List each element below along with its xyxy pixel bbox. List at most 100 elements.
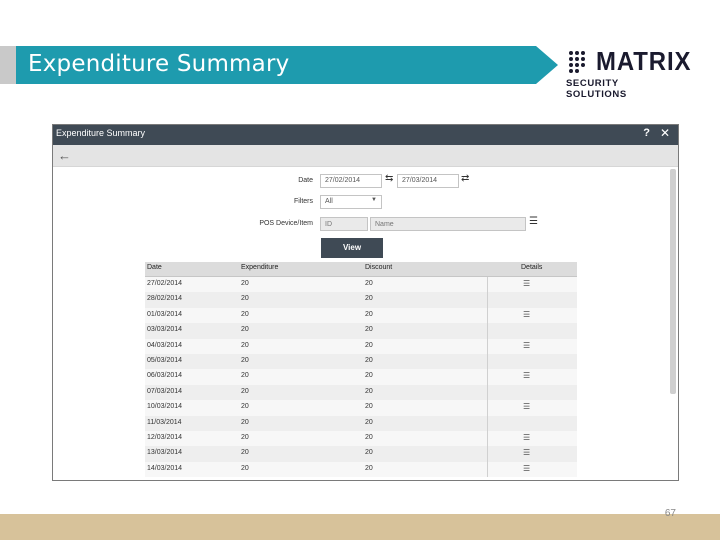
slide-title: Expenditure Summary	[28, 51, 290, 77]
matrix-logo: MATRIX SECURITY SOLUTIONS	[566, 46, 691, 100]
window-toolbar: ←	[53, 145, 678, 167]
table-header: Date Expenditure Discount Details	[145, 262, 577, 277]
cell-expenditure: 20	[241, 295, 249, 303]
date-from-field[interactable]: 27/02/2014	[320, 174, 382, 188]
details-icon[interactable]: ☰	[523, 371, 530, 380]
cell-discount: 20	[365, 310, 373, 318]
header-details: Details	[521, 264, 543, 271]
cell-expenditure: 20	[241, 356, 249, 364]
question-mark-icon[interactable]: ?	[643, 127, 650, 139]
cell-expenditure: 20	[241, 418, 249, 426]
window-titlebar: Expenditure Summary ? ✕	[53, 125, 678, 145]
cell-date: 04/03/2014	[147, 341, 183, 349]
table-row[interactable]: 13/03/2014 20 20 ☰	[145, 446, 577, 462]
chevron-down-icon: ▼	[371, 197, 377, 203]
column-divider	[487, 323, 488, 339]
cell-date: 10/03/2014	[147, 403, 183, 411]
date-to-field[interactable]: 27/03/2014	[397, 174, 459, 188]
column-divider	[487, 307, 488, 324]
details-icon[interactable]: ☰	[523, 402, 530, 411]
cell-discount: 20	[365, 433, 373, 441]
title-banner: Expenditure Summary	[16, 46, 558, 84]
cell-date: 05/03/2014	[147, 356, 183, 364]
page-number: 67	[664, 508, 676, 519]
pos-name-input[interactable]	[370, 217, 526, 231]
window-title: Expenditure Summary	[56, 128, 146, 138]
column-divider	[487, 461, 488, 478]
table-row[interactable]: 10/03/2014 20 20 ☰	[145, 400, 577, 416]
cell-expenditure: 20	[241, 280, 249, 287]
window-content: Date 27/02/2014 ⇆ 27/03/2014 ⇄ Filters A…	[53, 167, 678, 480]
table-row[interactable]: 01/03/2014 20 20 ☰	[145, 307, 577, 324]
column-divider	[487, 353, 488, 370]
cell-discount: 20	[365, 295, 373, 303]
header-discount[interactable]: Discount	[365, 264, 392, 271]
details-icon[interactable]: ☰	[523, 433, 530, 442]
logo-dots-icon	[569, 51, 585, 73]
table-row[interactable]: 28/02/2014 20 20	[145, 292, 577, 308]
cell-discount: 20	[365, 387, 373, 395]
back-arrow-icon[interactable]: ←	[58, 148, 71, 163]
cell-date: 14/03/2014	[147, 464, 183, 472]
table-row[interactable]: 07/03/2014 20 20	[145, 384, 577, 401]
table-row[interactable]: 14/03/2014 20 20 ☰	[145, 461, 577, 478]
banner-accent	[0, 46, 16, 84]
table-row[interactable]: 27/02/2014 20 20 ☰	[145, 277, 577, 293]
cell-discount: 20	[365, 372, 373, 380]
details-icon[interactable]: ☰	[523, 279, 530, 288]
table-row[interactable]: 04/03/2014 20 20 ☰	[145, 338, 577, 354]
details-icon[interactable]: ☰	[523, 341, 530, 350]
table-body: 27/02/2014 20 20 ☰ 28/02/2014 20 20 01/03/2014 2…	[145, 277, 577, 478]
header-date[interactable]: Date	[147, 264, 162, 271]
details-icon[interactable]: ☰	[523, 310, 530, 319]
vertical-scrollbar[interactable]	[670, 169, 676, 394]
slide-footer	[0, 514, 720, 540]
cell-expenditure: 20	[241, 403, 249, 411]
table-row[interactable]: 12/03/2014 20 20 ☰	[145, 430, 577, 447]
cell-date: 27/02/2014	[147, 280, 183, 287]
cell-expenditure: 20	[241, 326, 249, 334]
cell-date: 01/03/2014	[147, 310, 183, 318]
cell-expenditure: 20	[241, 433, 249, 441]
table-row[interactable]: 06/03/2014 20 20 ☰	[145, 369, 577, 385]
close-icon[interactable]: ✕	[660, 126, 670, 140]
search-list-icon[interactable]: ☰	[529, 216, 538, 227]
filters-value: All	[325, 198, 333, 205]
cell-expenditure: 20	[241, 341, 249, 349]
table-row[interactable]: 05/03/2014 20 20	[145, 353, 577, 370]
table-row[interactable]: 03/03/2014 20 20	[145, 323, 577, 339]
details-icon[interactable]: ☰	[523, 464, 530, 473]
column-divider	[487, 415, 488, 431]
date-label: Date	[298, 177, 313, 184]
logo-wordmark: MATRIX	[596, 46, 692, 76]
cell-discount: 20	[365, 418, 373, 426]
column-divider	[487, 430, 488, 447]
cell-date: 07/03/2014	[147, 387, 183, 395]
details-icon[interactable]: ☰	[523, 448, 530, 457]
cell-expenditure: 20	[241, 310, 249, 318]
cell-date: 13/03/2014	[147, 449, 183, 457]
filters-select[interactable]: All ▼	[320, 195, 382, 209]
header-expenditure[interactable]: Expenditure	[241, 264, 278, 271]
calendar-icon[interactable]: ⇄	[461, 173, 469, 184]
expenditure-summary-window: Expenditure Summary ? ✕ ← Date 27/02/201…	[52, 124, 679, 481]
calendar-icon[interactable]: ⇆	[385, 173, 393, 184]
column-divider	[487, 292, 488, 308]
cell-discount: 20	[365, 403, 373, 411]
cell-expenditure: 20	[241, 449, 249, 457]
cell-expenditure: 20	[241, 387, 249, 395]
expenditure-table: Date Expenditure Discount Details 27/02/…	[145, 262, 577, 478]
table-row[interactable]: 11/03/2014 20 20	[145, 415, 577, 431]
pos-device-label: POS Device/Item	[259, 220, 313, 227]
cell-discount: 20	[365, 356, 373, 364]
column-divider	[487, 369, 488, 385]
column-divider	[487, 384, 488, 401]
column-divider	[487, 400, 488, 416]
cell-discount: 20	[365, 326, 373, 334]
column-divider	[487, 446, 488, 462]
column-divider	[487, 338, 488, 354]
cell-discount: 20	[365, 280, 373, 287]
view-button[interactable]: View	[321, 238, 383, 258]
pos-id-input[interactable]	[320, 217, 368, 231]
cell-date: 11/03/2014	[147, 418, 182, 426]
